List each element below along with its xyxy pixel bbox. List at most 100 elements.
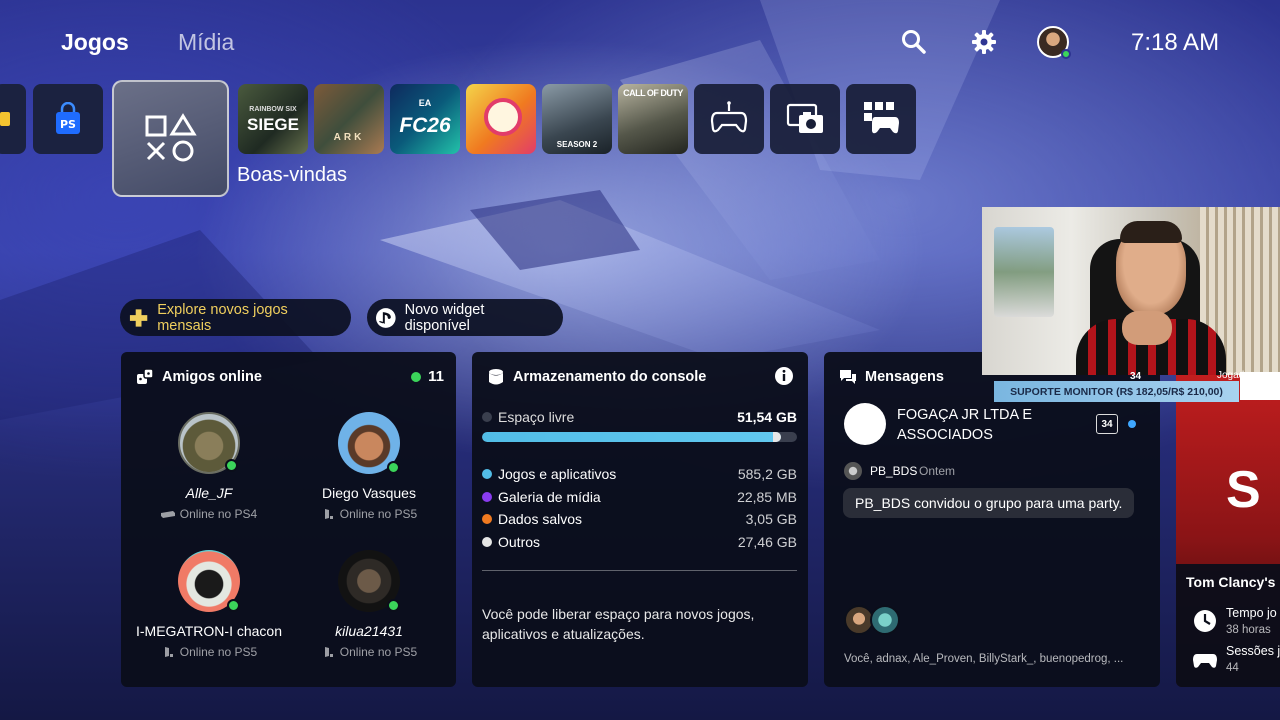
clock: 7:18 AM bbox=[1131, 29, 1220, 56]
category-value: 585,2 GB bbox=[737, 466, 797, 482]
category-label: Dados salvos bbox=[498, 511, 583, 527]
ps5-console-icon bbox=[164, 647, 173, 657]
webcam-shelf bbox=[994, 227, 1054, 317]
game-stats-widget[interactable]: S Tom Clancy's R Tempo jo 38 horas Sessõ… bbox=[1176, 352, 1280, 687]
friend-avatar bbox=[338, 412, 400, 474]
sessions-value: 44 bbox=[1226, 662, 1239, 674]
controller-tile[interactable] bbox=[694, 84, 764, 154]
cover-title: SIEGE bbox=[247, 115, 299, 134]
online-count: 11 bbox=[411, 368, 444, 385]
playstation-store-tile[interactable]: PS bbox=[33, 84, 103, 154]
friend-item[interactable]: I-MEGATRON-I chacon Online no PS5 bbox=[129, 550, 289, 659]
group-avatar bbox=[844, 403, 886, 445]
online-dot bbox=[225, 459, 238, 472]
donation-goal-banner: SUPORTE MONITOR (R$ 182,05/R$ 210,00) bbox=[994, 381, 1239, 402]
new-widget-chip[interactable]: Novo widget disponível bbox=[367, 299, 563, 336]
cover-subtext: RAINBOW SIX bbox=[249, 106, 297, 113]
storage-note: Você pode liberar espaço para novos jogo… bbox=[482, 606, 755, 642]
category-label: Outros bbox=[498, 534, 541, 550]
friend-name: I-MEGATRON-I chacon bbox=[136, 623, 282, 639]
sender-name: PB_BDS bbox=[870, 464, 918, 478]
friend-avatar bbox=[338, 550, 400, 612]
game-tile-fc26[interactable]: EA FC26 bbox=[390, 84, 460, 154]
friend-status: Online no PS4 bbox=[129, 507, 289, 521]
friend-name: Diego Vasques bbox=[322, 485, 416, 501]
friends-icon bbox=[137, 368, 154, 384]
banner-end-block bbox=[1240, 372, 1280, 400]
search-icon[interactable] bbox=[900, 28, 928, 56]
console-storage-widget[interactable]: Armazenamento do console Espaço livre 51… bbox=[472, 352, 808, 687]
friend-item[interactable]: kilua21431 Online no PS5 bbox=[289, 550, 449, 659]
storage-row: Jogos e aplicativos 585,2 GB bbox=[482, 466, 797, 482]
playstation-shapes-icon bbox=[145, 112, 197, 161]
friend-item[interactable]: Alle_JF Online no PS4 bbox=[129, 412, 289, 521]
category-dot bbox=[482, 492, 492, 502]
selected-tile-label: Boas-vindas bbox=[237, 164, 348, 186]
tab-midia[interactable]: Mídia bbox=[178, 29, 234, 56]
free-space-dot bbox=[482, 412, 492, 422]
tile-icon bbox=[0, 112, 10, 126]
online-dot bbox=[387, 599, 400, 612]
playtime-label: Tempo jo bbox=[1226, 606, 1277, 620]
storage-row: Galeria de mídia 22,85 MB bbox=[482, 489, 797, 505]
explore-monthly-games-chip[interactable]: Explore novos jogos mensais bbox=[120, 299, 351, 336]
profile-avatar[interactable] bbox=[1037, 26, 1071, 59]
media-gallery-tile[interactable] bbox=[770, 84, 840, 154]
group-name: FOGAÇA JR LTDA E ASSOCIADOS bbox=[897, 407, 1033, 443]
group-members: Você, adnax, Ale_Proven, BillyStark_, bu… bbox=[844, 653, 1124, 665]
playtime-value: 38 horas bbox=[1226, 624, 1271, 636]
online-dot bbox=[411, 371, 422, 382]
friend-status-text: Online no PS5 bbox=[339, 507, 418, 521]
game-tile-colorful[interactable] bbox=[466, 84, 536, 154]
widget-header: Mensagens bbox=[839, 368, 944, 386]
online-status-dot bbox=[1061, 49, 1071, 59]
svg-text:PS: PS bbox=[60, 118, 76, 131]
member-avatar bbox=[870, 605, 900, 635]
game-tile-call-of-duty[interactable]: CALL OF DUTY bbox=[618, 84, 688, 154]
gear-icon[interactable] bbox=[970, 28, 998, 56]
friend-avatar bbox=[178, 412, 240, 474]
friend-status-text: Online no PS4 bbox=[179, 507, 258, 521]
friend-name: kilua21431 bbox=[335, 623, 403, 639]
ps-plus-icon bbox=[129, 308, 148, 327]
messages-widget[interactable]: Mensagens FOGAÇA JR LTDA E ASSOCIADOS 34… bbox=[824, 352, 1160, 687]
category-label: Galeria de mídia bbox=[498, 489, 601, 505]
friend-status-text: Online no PS5 bbox=[339, 645, 418, 659]
cover-title: SEASON 2 bbox=[556, 140, 598, 149]
storage-icon bbox=[489, 369, 503, 385]
edge-tile[interactable] bbox=[0, 84, 26, 154]
messages-icon bbox=[840, 370, 856, 384]
info-icon[interactable] bbox=[774, 366, 794, 386]
webcam-hair bbox=[1120, 221, 1182, 243]
widget-title: Amigos online bbox=[162, 369, 262, 385]
store-bag-icon: PS bbox=[56, 102, 80, 134]
storage-usage-bar bbox=[482, 432, 797, 442]
widget-title: Mensagens bbox=[865, 369, 944, 385]
ps5-console-icon bbox=[324, 509, 333, 519]
widget-header: Amigos online bbox=[136, 368, 262, 386]
controller-icon bbox=[710, 101, 748, 133]
storage-usage-fill bbox=[482, 432, 782, 442]
message-bubble[interactable]: PB_BDS convidou o grupo para uma party. bbox=[843, 488, 1135, 518]
category-dot bbox=[482, 514, 492, 524]
boas-vindas-tile[interactable] bbox=[112, 80, 229, 197]
friend-status: Online no PS5 bbox=[289, 645, 449, 659]
game-tile-ark[interactable]: ARK bbox=[314, 84, 384, 154]
unread-indicator bbox=[1128, 420, 1136, 428]
chip-label: Novo widget disponível bbox=[404, 301, 485, 334]
friend-status: Online no PS5 bbox=[129, 645, 289, 659]
friend-item[interactable]: Diego Vasques Online no PS5 bbox=[289, 412, 449, 521]
game-library-tile[interactable] bbox=[846, 84, 916, 154]
game-library-icon bbox=[864, 102, 899, 134]
member-count-badge: 34 bbox=[1096, 414, 1118, 434]
tab-jogos[interactable]: Jogos bbox=[61, 29, 129, 56]
category-value: 22,85 MB bbox=[737, 489, 797, 505]
free-space-label: Espaço livre bbox=[498, 409, 575, 425]
friends-online-widget[interactable]: Amigos online 11 Alle_JF Online no PS4 D… bbox=[121, 352, 456, 687]
game-tile-black-ops[interactable]: SEASON 2 bbox=[542, 84, 612, 154]
category-dot bbox=[482, 537, 492, 547]
game-tile-rainbow-six-siege[interactable]: RAINBOW SIX SIEGE bbox=[238, 84, 308, 154]
playstation-logo-icon bbox=[375, 307, 396, 328]
friend-status-text: Online no PS5 bbox=[179, 645, 258, 659]
widget-header: Armazenamento do console bbox=[487, 368, 706, 386]
